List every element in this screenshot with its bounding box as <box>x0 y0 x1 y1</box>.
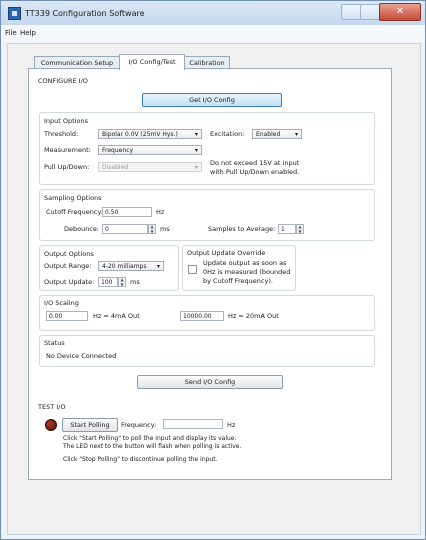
scaling-low-text: Hz = 4mA Out <box>93 312 140 320</box>
window-title: TT339 Configuration Software <box>25 9 145 18</box>
output-update-input[interactable]: 100 <box>98 277 118 287</box>
samples-stepper[interactable]: ▲ ▼ <box>296 224 304 234</box>
io-scaling-group: I/O Scaling 0.00 Hz = 4mA Out 10000.00 H… <box>39 295 375 331</box>
frequency-unit: Hz <box>227 421 236 429</box>
pull-up-down-warning-line1: Do not exceed 15V at input <box>210 159 300 167</box>
cutoff-frequency-label: Cutoff Frequency: <box>46 208 104 216</box>
polling-help-line2: The LED next to the button will flash wh… <box>63 443 242 450</box>
io-config-panel: CONFIGURE I/O Get I/O Config Input Optio… <box>28 68 392 480</box>
output-override-line1: Update output as soon as <box>203 259 287 267</box>
client-area: Communication Setup I/O Config/Test Cali… <box>7 43 421 535</box>
app-window: TT339 Configuration Software ✕ File Help… <box>0 0 426 540</box>
polling-led-indicator <box>45 419 57 431</box>
frequency-readout <box>163 419 223 429</box>
cutoff-frequency-input[interactable]: 0.50 <box>102 207 152 217</box>
output-update-stepper[interactable]: ▲ ▼ <box>118 277 126 287</box>
excitation-label: Excitation: <box>210 130 245 138</box>
app-icon <box>8 7 21 20</box>
measurement-select[interactable]: Frequency ▾ <box>98 145 202 155</box>
chevron-down-icon: ▾ <box>194 131 198 138</box>
spin-down-icon[interactable]: ▼ <box>150 229 153 234</box>
threshold-label: Threshold: <box>44 130 79 138</box>
io-scaling-title: I/O Scaling <box>44 299 79 307</box>
close-button[interactable]: ✕ <box>379 3 421 21</box>
chevron-down-icon: ▾ <box>294 131 298 138</box>
output-options-group: Output Options Output Range: 4-20 millia… <box>39 245 179 291</box>
input-options-group: Input Options Threshold: Bipolar 0.0V (2… <box>39 112 375 185</box>
debounce-stepper[interactable]: ▲ ▼ <box>148 224 156 234</box>
debounce-unit: ms <box>160 225 170 233</box>
scaling-high-text: Hz = 20mA Out <box>228 312 279 320</box>
pull-up-down-warning-line2: with Pull Up/Down enabled. <box>210 168 300 176</box>
cutoff-frequency-unit: Hz <box>156 208 165 216</box>
samples-to-average-input[interactable]: 1 <box>278 224 296 234</box>
polling-help-line3: Click "Stop Polling" to discontinue poll… <box>63 456 218 463</box>
title-bar[interactable]: TT339 Configuration Software ✕ <box>1 1 425 25</box>
output-update-unit: ms <box>130 278 140 286</box>
chevron-down-icon: ▾ <box>194 147 198 154</box>
send-io-config-button[interactable]: Send I/O Config <box>137 375 283 389</box>
sampling-options-group: Sampling Options Cutoff Frequency: 0.50 … <box>39 189 375 241</box>
threshold-select[interactable]: Bipolar 0.0V (25mV Hys.) ▾ <box>98 129 202 139</box>
spin-down-icon[interactable]: ▼ <box>120 282 123 287</box>
tab-io-config-test[interactable]: I/O Config/Test <box>119 54 185 70</box>
status-text: No Device Connected <box>46 352 117 360</box>
status-group: Status No Device Connected <box>39 335 375 367</box>
pull-up-down-select: Disabled ▾ <box>98 162 202 172</box>
output-update-label: Output Update: <box>44 278 95 286</box>
measurement-label: Measurement: <box>44 146 91 154</box>
output-range-select[interactable]: 4-20 milliamps ▾ <box>98 261 164 271</box>
test-io-heading: TEST I/O <box>38 403 66 411</box>
menu-help[interactable]: Help <box>20 29 36 37</box>
configure-io-heading: CONFIGURE I/O <box>38 77 88 85</box>
samples-to-average-label: Samples to Average: <box>208 225 276 233</box>
frequency-label: Frequency: <box>121 421 157 429</box>
get-io-config-button[interactable]: Get I/O Config <box>142 93 282 107</box>
pull-up-down-label: Pull Up/Down: <box>44 163 90 171</box>
output-options-title: Output Options <box>44 250 94 258</box>
start-polling-button[interactable]: Start Polling <box>62 418 118 432</box>
input-options-title: Input Options <box>44 117 88 125</box>
chevron-down-icon: ▾ <box>194 164 198 171</box>
scaling-high-input[interactable]: 10000.00 <box>180 311 224 321</box>
menu-bar: File Help <box>1 25 425 42</box>
status-title: Status <box>44 339 65 347</box>
maximize-button[interactable] <box>360 4 380 20</box>
debounce-input[interactable]: 0 <box>102 224 148 234</box>
output-range-label: Output Range: <box>44 262 92 270</box>
output-override-title: Output Update Override <box>187 249 266 257</box>
polling-help-line1: Click "Start Polling" to poll the input … <box>63 435 237 442</box>
chevron-down-icon: ▾ <box>156 263 160 270</box>
output-override-group: Output Update Override Update output as … <box>182 245 296 291</box>
output-override-line3: by Cutoff Frequency). <box>203 277 273 285</box>
spin-down-icon[interactable]: ▼ <box>298 229 301 234</box>
sampling-options-title: Sampling Options <box>44 194 102 202</box>
output-override-line2: 0Hz is measured (bounded <box>203 268 291 276</box>
menu-file[interactable]: File <box>5 29 17 37</box>
minimize-button[interactable] <box>341 4 361 20</box>
scaling-low-input[interactable]: 0.00 <box>46 311 88 321</box>
output-override-checkbox[interactable] <box>188 265 197 274</box>
excitation-select[interactable]: Enabled ▾ <box>252 129 302 139</box>
debounce-label: Debounce: <box>64 225 100 233</box>
